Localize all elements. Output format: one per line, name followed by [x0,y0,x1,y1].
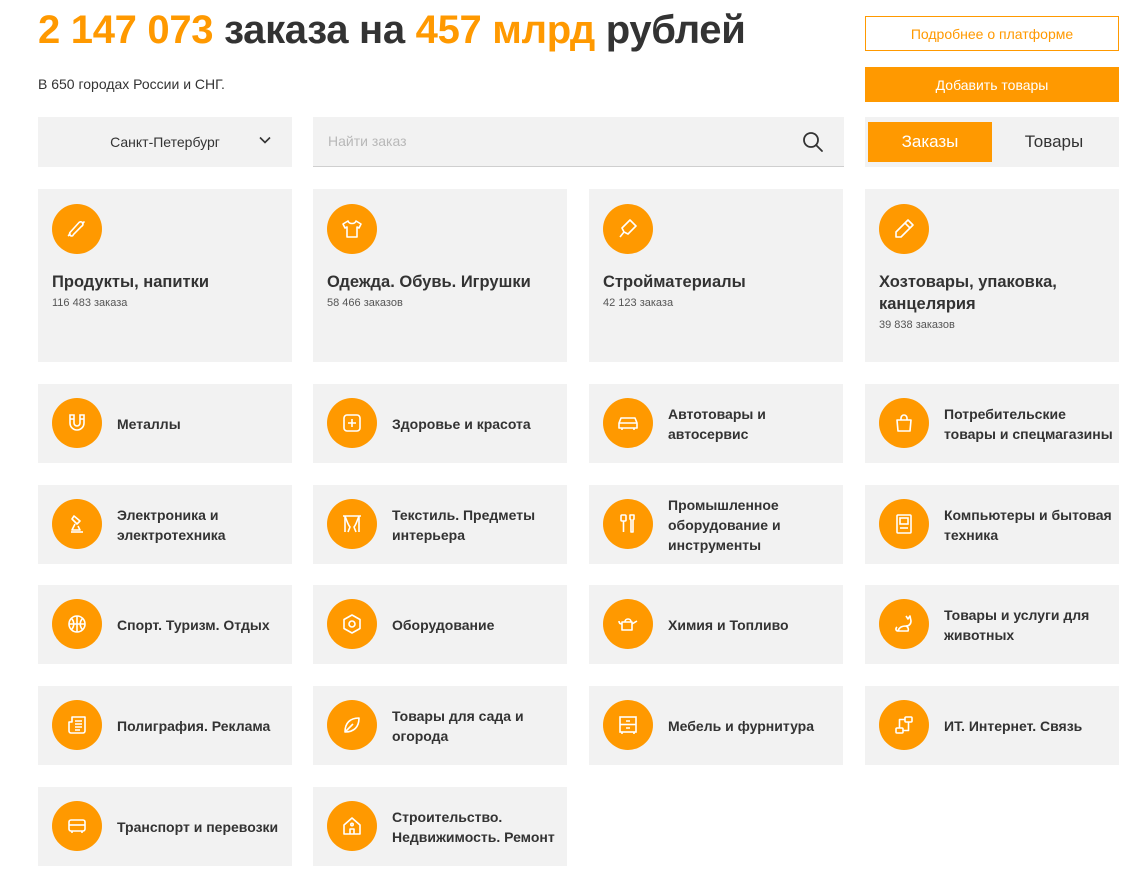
category-card-textile[interactable]: Текстиль. Предметы интерьера [313,485,567,564]
about-platform-button[interactable]: Подробнее о платформе [865,16,1119,51]
category-card-construction[interactable]: Строительство. Недвижимость. Ремонт [313,787,567,866]
category-count: 58 466 заказов [327,297,403,309]
category-card-garden[interactable]: Товары для сада и огорода [313,686,567,765]
category-title: Одежда. Обувь. Игрушки [327,273,531,291]
nut-icon [327,599,377,649]
category-card-building-materials[interactable]: Стройматериалы 42 123 заказа [589,189,843,362]
category-card-clothing[interactable]: Одежда. Обувь. Игрушки 58 466 заказов [313,189,567,362]
city-select[interactable]: Санкт-Петербург [38,117,292,167]
tab-orders[interactable]: Заказы [868,122,992,162]
category-card-pets[interactable]: Товары и услуги для животных [865,585,1119,664]
category-title: Химия и Топливо [668,616,789,633]
search-input[interactable] [313,117,783,165]
category-card-health[interactable]: Здоровье и красота [313,384,567,463]
category-card-industrial[interactable]: Промышленное оборудование и инструменты [589,485,843,564]
orders-count: 2 147 073 [38,8,214,52]
ball-icon [52,599,102,649]
category-title: Электроника и электротехника [117,506,226,543]
house-icon [327,801,377,851]
category-card-auto[interactable]: Автотовары и автосервис [589,384,843,463]
category-title: Транспорт и перевозки [117,818,279,835]
headline-mid: заказа на [213,8,416,52]
category-card-metals[interactable]: Металлы [38,384,292,463]
category-title: Полиграфия. Реклама [117,717,271,734]
add-products-button[interactable]: Добавить товары [865,67,1119,102]
newspaper-icon [52,700,102,750]
category-card-it[interactable]: ИТ. Интернет. Связь [865,686,1119,765]
category-title: Здоровье и красота [392,415,531,432]
tools-icon [603,499,653,549]
city-select-value: Санкт-Петербург [110,134,220,150]
category-card-printing[interactable]: Полиграфия. Реклама [38,686,292,765]
tab-products[interactable]: Товары [992,122,1116,162]
category-card-food[interactable]: Продукты, напитки 116 483 заказа [38,189,292,362]
category-card-furniture[interactable]: Мебель и фурнитура [589,686,843,765]
lamp-icon [52,499,102,549]
category-title: Компьютеры и бытовая техника [944,506,1112,543]
category-title: Текстиль. Предметы интерьера [392,506,536,543]
trowel-icon [603,204,653,254]
bus-icon [52,801,102,851]
category-title: Оборудование [392,616,495,633]
chevron-down-icon [259,136,271,144]
category-title: Строительство. Недвижимость. Ремонт [392,808,555,845]
curtains-icon [327,499,377,549]
category-card-sport[interactable]: Спорт. Туризм. Отдых [38,585,292,664]
headline-tail: рублей [594,8,746,52]
category-title: Товары и услуги для животных [944,606,1090,643]
category-title: Хозтовары, упаковка, канцелярия [879,273,1057,313]
category-card-computers[interactable]: Компьютеры и бытовая техника [865,485,1119,564]
category-title: Промышленное оборудование и инструменты [668,496,781,553]
category-title: Металлы [117,415,181,432]
pencil-icon [879,204,929,254]
category-card-equipment[interactable]: Оборудование [313,585,567,664]
magnet-icon [52,398,102,448]
view-tabs: Заказы Товары [865,117,1119,167]
dresser-icon [603,700,653,750]
category-title: Продукты, напитки [52,273,209,291]
category-title: Потребительские товары и спецмагазины [944,405,1113,442]
tshirt-icon [327,204,377,254]
category-title: ИТ. Интернет. Связь [944,717,1083,734]
category-title: Мебель и фурнитура [668,717,815,734]
category-title: Товары для сада и огорода [392,707,524,744]
page-subtitle: В 650 городах России и СНГ. [38,76,225,92]
category-title: Стройматериалы [603,273,746,291]
category-count: 39 838 заказов [879,319,955,331]
appliance-icon [879,499,929,549]
cat-icon [879,599,929,649]
page-headline: 2 147 073 заказа на 457 млрд рублей [38,8,746,53]
car-icon [603,398,653,448]
category-count: 42 123 заказа [603,297,674,309]
leaf-icon [327,700,377,750]
watering-can-icon [603,599,653,649]
network-icon [879,700,929,750]
category-card-electronics[interactable]: Электроника и электротехника [38,485,292,564]
sausage-icon [52,204,102,254]
category-count: 116 483 заказа [52,297,128,309]
search-box [313,117,844,167]
orders-amount: 457 млрд [415,8,596,52]
category-card-consumer[interactable]: Потребительские товары и спецмагазины [865,384,1119,463]
category-card-transport[interactable]: Транспорт и перевозки [38,787,292,866]
category-title: Автотовары и автосервис [668,405,766,442]
search-icon[interactable] [802,131,824,153]
category-card-household[interactable]: Хозтовары, упаковка, канцелярия 39 838 за… [865,189,1119,362]
first-aid-icon [327,398,377,448]
category-card-chemistry[interactable]: Химия и Топливо [589,585,843,664]
shopping-bag-icon [879,398,929,448]
category-title: Спорт. Туризм. Отдых [117,616,270,633]
